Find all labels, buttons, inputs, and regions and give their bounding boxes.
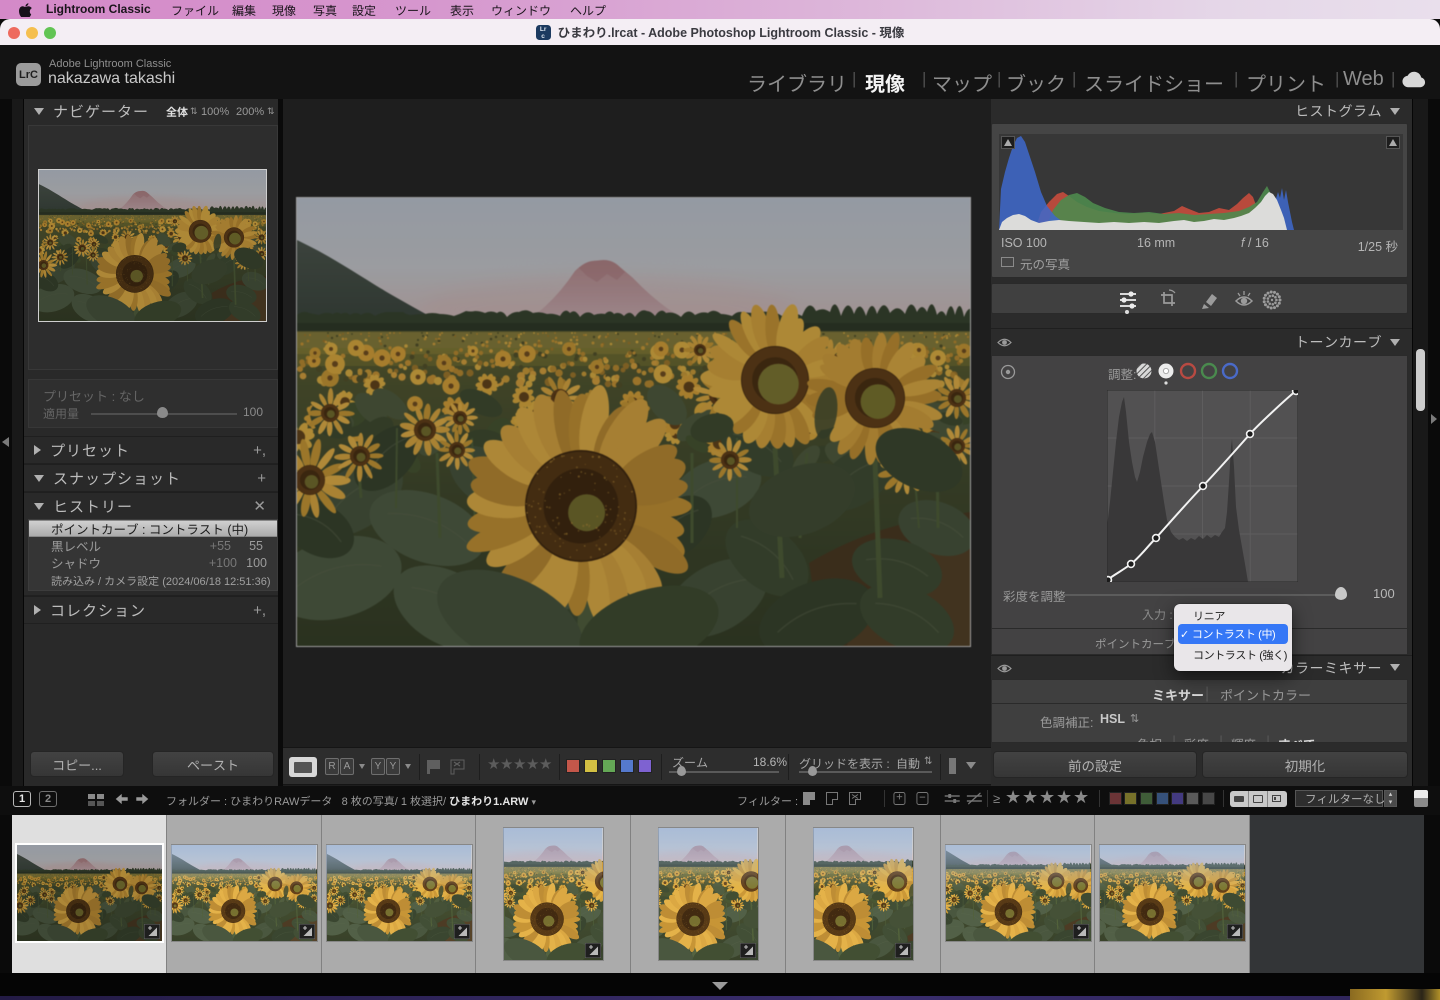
svg-text:★: ★ [500, 756, 513, 773]
svg-text:★: ★ [539, 756, 552, 773]
svg-text:★: ★ [526, 756, 539, 773]
svg-text:★: ★ [1039, 789, 1055, 807]
svg-text:★: ★ [513, 756, 526, 773]
svg-text:★: ★ [487, 756, 500, 773]
svg-text:★: ★ [1073, 789, 1089, 807]
svg-text:★: ★ [1005, 789, 1021, 807]
svg-text:★: ★ [1022, 789, 1038, 807]
svg-text:★: ★ [1056, 789, 1072, 807]
